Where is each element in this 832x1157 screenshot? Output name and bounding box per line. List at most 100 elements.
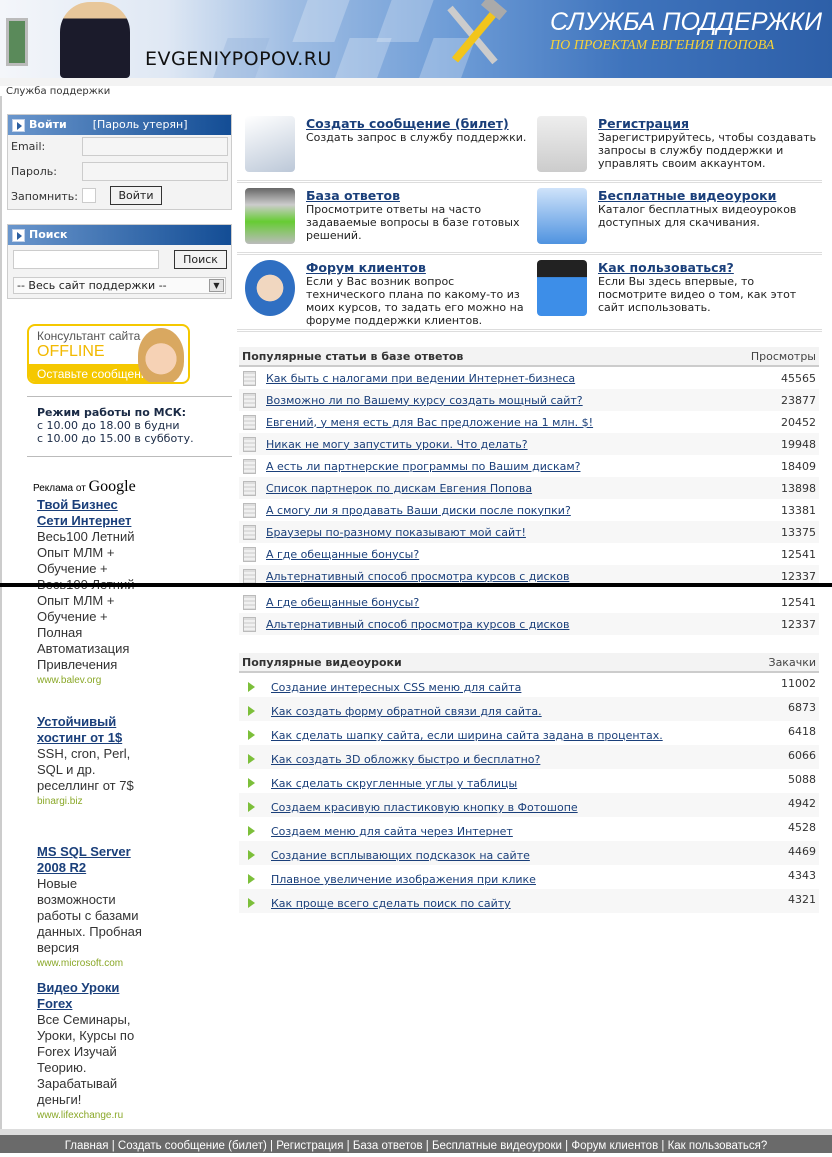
chevron-down-icon[interactable]: ▼	[209, 279, 224, 292]
arrow-right-icon	[12, 228, 25, 242]
article-link[interactable]: Альтернативный способ просмотра курсов с…	[266, 618, 781, 631]
header-title: СЛУЖБА ПОДДЕРЖКИ	[550, 8, 823, 36]
play-icon	[248, 706, 255, 716]
table-row: Как сделать скругленные углы у таблицы 50…	[239, 769, 819, 793]
video-link[interactable]: Как сделать скругленные углы у таблицы	[271, 777, 788, 790]
document-icon	[243, 502, 256, 518]
ad-text-line: версия	[37, 940, 80, 955]
table-row: Возможно ли по Вашему курсу создать мощн…	[239, 389, 819, 411]
search-input[interactable]	[13, 250, 159, 269]
feature-description: Каталог бесплатных видеоуроков доступных…	[598, 203, 797, 229]
ad-text-line: Зарабатывай	[37, 1076, 118, 1091]
view-count: 12541	[781, 547, 816, 561]
ad-title-link[interactable]: Твой Бизнес Сети Интернет	[37, 497, 147, 529]
breadcrumb-bar	[0, 78, 832, 86]
table-row: Создаем меню для сайта через Интернет 452…	[239, 817, 819, 841]
video-link[interactable]: Создаем красивую пластиковую кнопку в Фо…	[271, 801, 788, 814]
video-link[interactable]: Плавное увеличение изображения при клике	[271, 873, 788, 886]
ad-text-line: Все Семинары,	[37, 1012, 131, 1027]
view-count: 13375	[781, 525, 816, 539]
article-link[interactable]: А где обещанные бонусы?	[266, 596, 781, 609]
footer-link[interactable]: База ответов	[353, 1140, 423, 1152]
play-icon	[248, 850, 255, 860]
ad-url[interactable]: binargi.biz	[37, 796, 147, 808]
view-count: 23877	[781, 393, 816, 407]
remember-checkbox[interactable]	[82, 188, 96, 203]
video-link[interactable]: Создание всплывающих подсказок на сайте	[271, 849, 788, 862]
email-field[interactable]	[82, 137, 228, 156]
breadcrumb[interactable]: Служба поддержки	[6, 86, 110, 97]
ads-by-google[interactable]: Реклама от Google	[33, 478, 136, 496]
login-title: Войти	[29, 118, 67, 131]
feature-link[interactable]: Форум клиентов	[306, 260, 426, 275]
login-button[interactable]: Войти	[110, 186, 162, 205]
consultant-avatar	[138, 328, 184, 382]
videos-title: Популярные видеоуроки	[242, 655, 402, 669]
table-row: Создание всплывающих подсказок на сайте 4…	[239, 841, 819, 865]
password-field[interactable]	[82, 162, 228, 181]
feature-link[interactable]: Регистрация	[598, 116, 689, 131]
ad-4: Видео Уроки Forex Все Семинары, Уроки, Кур…	[37, 980, 147, 1122]
search-title: Поиск	[29, 228, 68, 241]
download-count: 11002	[781, 677, 816, 690]
video-link[interactable]: Создаем меню для сайта через Интернет	[271, 825, 788, 838]
footer-link[interactable]: Бесплатные видеоуроки	[432, 1140, 562, 1152]
article-link[interactable]: А смогу ли я продавать Ваши диски после …	[266, 504, 781, 517]
feature-item: Регистрация Зарегистрируйтесь, чтобы созд…	[529, 112, 819, 182]
ad-url[interactable]: www.microsoft.com	[37, 958, 147, 970]
article-link[interactable]: Альтернативный способ просмотра курсов с…	[266, 570, 781, 583]
ad-url[interactable]: www.lifexchange.ru	[37, 1110, 147, 1122]
footer-link[interactable]: Главная	[65, 1140, 109, 1152]
feature-description: Создать запрос в службу поддержки.	[306, 131, 527, 144]
article-link[interactable]: А где обещанные бонусы?	[266, 548, 781, 561]
article-link[interactable]: Как быть с налогами при ведении Интернет…	[266, 372, 781, 385]
divider	[237, 180, 822, 183]
arrow-right-icon	[12, 118, 25, 132]
google-logo: Google	[88, 478, 136, 495]
footer-link[interactable]: Регистрация	[276, 1140, 343, 1152]
feature-link[interactable]: Бесплатные видеоуроки	[598, 188, 776, 203]
footer-separator: |	[343, 1140, 353, 1152]
feature-link[interactable]: Создать сообщение (билет)	[306, 116, 509, 131]
article-link[interactable]: Возможно ли по Вашему курсу создать мощн…	[266, 394, 781, 407]
article-link[interactable]: Список партнерок по дискам Евгения Попов…	[266, 482, 781, 495]
table-row: Создаем красивую пластиковую кнопку в Фо…	[239, 793, 819, 817]
footer-link[interactable]: Создать сообщение (билет)	[118, 1140, 267, 1152]
ad-text-line: Теорию.	[37, 1060, 87, 1075]
article-link[interactable]: А есть ли партнерские программы по Вашим…	[266, 460, 781, 473]
ad-url[interactable]: www.balev.org	[37, 675, 147, 687]
header-subtitle: ПО ПРОЕКТАМ ЕВГЕНИЯ ПОПОВА	[550, 38, 775, 53]
lost-password-link[interactable]: [Пароль утерян]	[93, 115, 188, 135]
support-person-image	[60, 2, 130, 78]
table-row: Как сделать шапку сайта, если ширина сай…	[239, 721, 819, 745]
video-link[interactable]: Как проще всего сделать поиск по сайту	[271, 897, 788, 910]
feature-item: Как пользоваться? Если Вы здесь впервые, …	[529, 256, 819, 326]
consultant-widget[interactable]: Консультант сайта OFFLINE Оставьте сообщ…	[27, 324, 190, 384]
footer-link[interactable]: Форум клиентов	[571, 1140, 658, 1152]
article-link[interactable]: Браузеры по-разному показывают мой сайт!	[266, 526, 781, 539]
downloads-column-header: Закачки	[768, 655, 816, 669]
video-link[interactable]: Как создать 3D обложку быстро и бесплатн…	[271, 753, 788, 766]
article-link[interactable]: Евгений, у меня есть для Вас предложение…	[266, 416, 781, 429]
feature-description: Зарегистрируйтесь, чтобы создавать запро…	[598, 131, 817, 170]
document-icon	[243, 594, 256, 610]
view-count: 45565	[781, 371, 816, 385]
site-name[interactable]: EVGENIYPOPOV.RU	[145, 48, 332, 70]
ad-title-link[interactable]: Устойчивый хостинг от 1$	[37, 714, 147, 746]
download-count: 6873	[788, 701, 816, 714]
feature-link[interactable]: База ответов	[306, 188, 400, 203]
consultant-status: OFFLINE	[37, 343, 105, 360]
search-button[interactable]: Поиск	[174, 250, 227, 269]
feature-item: Создать сообщение (билет) Создать запрос …	[237, 112, 527, 182]
download-count: 6418	[788, 725, 816, 738]
working-hours: Режим работы по МСК: с 10.00 до 18.00 в …	[37, 406, 194, 445]
search-scope-select[interactable]: -- Весь сайт поддержки -- ▼	[13, 277, 226, 294]
article-link[interactable]: Никак не могу запустить уроки. Что делат…	[266, 438, 781, 451]
feature-link[interactable]: Как пользоваться?	[598, 260, 734, 275]
video-link[interactable]: Как сделать шапку сайта, если ширина сай…	[271, 729, 788, 742]
video-link[interactable]: Создание интересных CSS меню для сайта	[271, 681, 781, 694]
footer-link[interactable]: Как пользоваться?	[668, 1140, 768, 1152]
ad-title-link[interactable]: MS SQL Server 2008 R2	[37, 844, 147, 876]
ad-title-link[interactable]: Видео Уроки Forex	[37, 980, 147, 1012]
video-link[interactable]: Как создать форму обратной связи для сай…	[271, 705, 788, 718]
